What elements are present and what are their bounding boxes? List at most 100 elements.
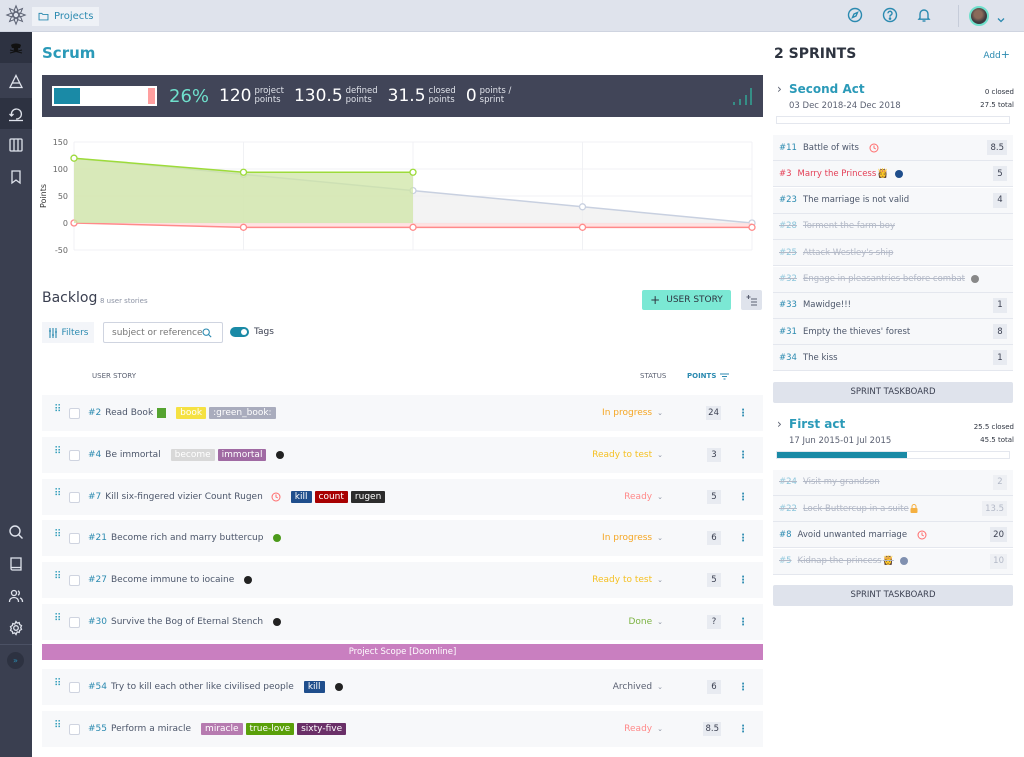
sprint-story-row[interactable]: #8 Avoid unwanted marriage 20 [773, 522, 1013, 549]
tag[interactable]: kill [290, 491, 312, 503]
sprint-story-row[interactable]: #32 Engage in pleasantries before combat [773, 266, 1013, 293]
sprint-story-row[interactable]: #24 Visit my grandson 2 [773, 469, 1013, 496]
bell-icon[interactable] [916, 7, 932, 23]
drag-handle-icon[interactable]: ⠿ [54, 614, 61, 627]
status-dropdown[interactable]: Archived ⌄ [613, 682, 663, 692]
sprint-name[interactable]: First act [789, 417, 845, 431]
drag-handle-icon[interactable]: ⠿ [54, 572, 61, 585]
search-icon[interactable] [202, 327, 212, 338]
tag[interactable]: count [314, 491, 348, 503]
sidebar-item-settings[interactable] [0, 612, 32, 643]
expand-sidebar-icon[interactable]: » [7, 652, 24, 669]
backlog-row[interactable]: ⠿ #21 Become rich and marry buttercup In pr… [42, 520, 763, 556]
story-subject[interactable]: Try to kill each other like civilised pe… [111, 682, 294, 692]
status-dropdown[interactable]: Ready to test ⌄ [592, 450, 663, 460]
row-checkbox[interactable] [69, 491, 80, 503]
story-subject[interactable]: Mawidge!!! [803, 300, 851, 310]
more-options-icon[interactable]: ⋮ [738, 492, 748, 503]
search-box[interactable] [103, 322, 223, 343]
more-options-icon[interactable]: ⋮ [738, 450, 748, 461]
story-ref[interactable]: #24 [779, 477, 797, 487]
compass-icon[interactable] [847, 7, 863, 23]
row-checkbox[interactable] [69, 532, 80, 544]
sprint-story-row[interactable]: #3 Marry the Princess 👸 5 [773, 161, 1013, 188]
sidebar-item-wiki-book[interactable] [0, 548, 32, 579]
status-dropdown[interactable]: In progress ⌄ [602, 408, 663, 418]
tags-toggle[interactable] [230, 327, 249, 337]
story-ref[interactable]: #32 [779, 274, 797, 284]
story-ref[interactable]: #23 [779, 195, 797, 205]
drag-handle-icon[interactable]: ⠿ [54, 405, 61, 418]
story-subject[interactable]: Visit my grandson [803, 477, 880, 487]
row-checkbox[interactable] [69, 449, 80, 461]
sidebar-item-scrum[interactable] [0, 98, 32, 129]
backlog-row[interactable]: ⠿ #54 Try to kill each other like civilise… [42, 669, 763, 705]
story-ref[interactable]: #2 [88, 408, 101, 418]
story-subject[interactable]: Become rich and marry buttercup [111, 533, 263, 543]
chevron-right-icon[interactable]: › [777, 82, 782, 96]
tag[interactable]: miracle [201, 723, 243, 735]
search-input[interactable] [112, 327, 202, 338]
sprint-story-row[interactable]: #5 Kidnap the princess 👸 10 [773, 548, 1013, 575]
sprint-story-row[interactable]: #11 Battle of wits 8.5 [773, 135, 1013, 161]
story-ref[interactable]: #3 [779, 169, 792, 179]
more-options-icon[interactable]: ⋮ [738, 533, 748, 544]
sidebar-item-search[interactable] [0, 516, 32, 547]
story-subject[interactable]: The kiss [803, 353, 838, 363]
story-ref[interactable]: #25 [779, 248, 797, 258]
backlog-row[interactable]: ⠿ #27 Become immune to iocaine Ready to tes… [42, 562, 763, 598]
more-options-icon[interactable]: ⋮ [738, 617, 748, 628]
row-checkbox[interactable] [69, 574, 80, 586]
chevron-right-icon[interactable]: › [777, 417, 782, 431]
sprint-story-row[interactable]: #31 Empty the thieves' forest 8 [773, 319, 1013, 346]
column-status[interactable]: STATUS [640, 372, 666, 380]
sprint-story-row[interactable]: #25 Attack Westley's ship [773, 240, 1013, 267]
more-options-icon[interactable]: ⋮ [738, 724, 748, 735]
sprint-story-row[interactable]: #23 The marriage is not valid 4 [773, 187, 1013, 214]
help-icon[interactable] [882, 7, 898, 23]
sprint-story-row[interactable]: #34 The kiss 1 [773, 345, 1013, 372]
sidebar-item-wiki[interactable] [0, 161, 32, 192]
backlog-row[interactable]: ⠿ #7 Kill six-fingered vizier Count Rugen k… [42, 479, 763, 515]
story-subject[interactable]: Lock Buttercup in a suite [803, 504, 909, 514]
filters-button[interactable]: Filters [42, 322, 94, 343]
story-subject[interactable]: Attack Westley's ship [803, 248, 893, 258]
tag[interactable]: book [176, 407, 207, 419]
tag[interactable]: rugen [350, 491, 386, 503]
story-ref[interactable]: #30 [88, 617, 107, 627]
breadcrumb-projects[interactable]: Projects [32, 7, 100, 26]
story-ref[interactable]: #8 [779, 530, 792, 540]
row-checkbox[interactable] [69, 723, 80, 735]
row-checkbox[interactable] [69, 681, 80, 693]
sprint-story-row[interactable]: #22 Lock Buttercup in a suite 13.5 [773, 496, 1013, 522]
drag-handle-icon[interactable]: ⠿ [54, 530, 61, 543]
story-ref[interactable]: #54 [88, 682, 107, 692]
add-user-story-button[interactable]: + USER STORY [642, 290, 731, 310]
story-ref[interactable]: #21 [88, 533, 107, 543]
drag-handle-icon[interactable]: ⠿ [54, 489, 61, 502]
tag[interactable]: sixty-five [297, 723, 347, 735]
sidebar-item-team[interactable] [0, 580, 32, 611]
story-subject[interactable]: Perform a miracle [111, 724, 191, 734]
story-points[interactable]: 8.5 [703, 722, 721, 736]
sidebar-item-epics[interactable] [0, 66, 32, 97]
column-points[interactable]: POINTS [687, 372, 730, 380]
backlog-row[interactable]: ⠿ #4 Be immortal become immortal Ready to tes… [42, 437, 763, 473]
row-checkbox[interactable] [69, 616, 80, 628]
story-subject[interactable]: Read Book [105, 408, 153, 418]
tag[interactable]: true-love [245, 723, 295, 735]
more-options-icon[interactable]: ⋮ [738, 575, 748, 586]
backlog-row[interactable]: ⠿ #30 Survive the Bog of Eternal Stench Don… [42, 604, 763, 640]
drag-handle-icon[interactable]: ⠿ [54, 447, 61, 460]
backlog-row[interactable]: ⠿ #55 Perform a miracle miracle true-love six… [42, 711, 763, 747]
sprint-name[interactable]: Second Act [789, 82, 865, 96]
status-dropdown[interactable]: Ready ⌄ [624, 724, 663, 734]
sprint-taskboard-button[interactable]: SPRINT TASKBOARD [773, 584, 1013, 606]
bulk-add-button[interactable] [741, 290, 762, 310]
tag[interactable]: immortal [217, 449, 267, 461]
sprint-taskboard-button[interactable]: SPRINT TASKBOARD [773, 381, 1013, 403]
story-subject[interactable]: Engage in pleasantries before combat [803, 274, 965, 284]
story-subject[interactable]: Become immune to iocaine [111, 575, 234, 585]
story-points[interactable]: 24 [706, 406, 721, 420]
story-subject[interactable]: Kidnap the princess [798, 556, 882, 566]
